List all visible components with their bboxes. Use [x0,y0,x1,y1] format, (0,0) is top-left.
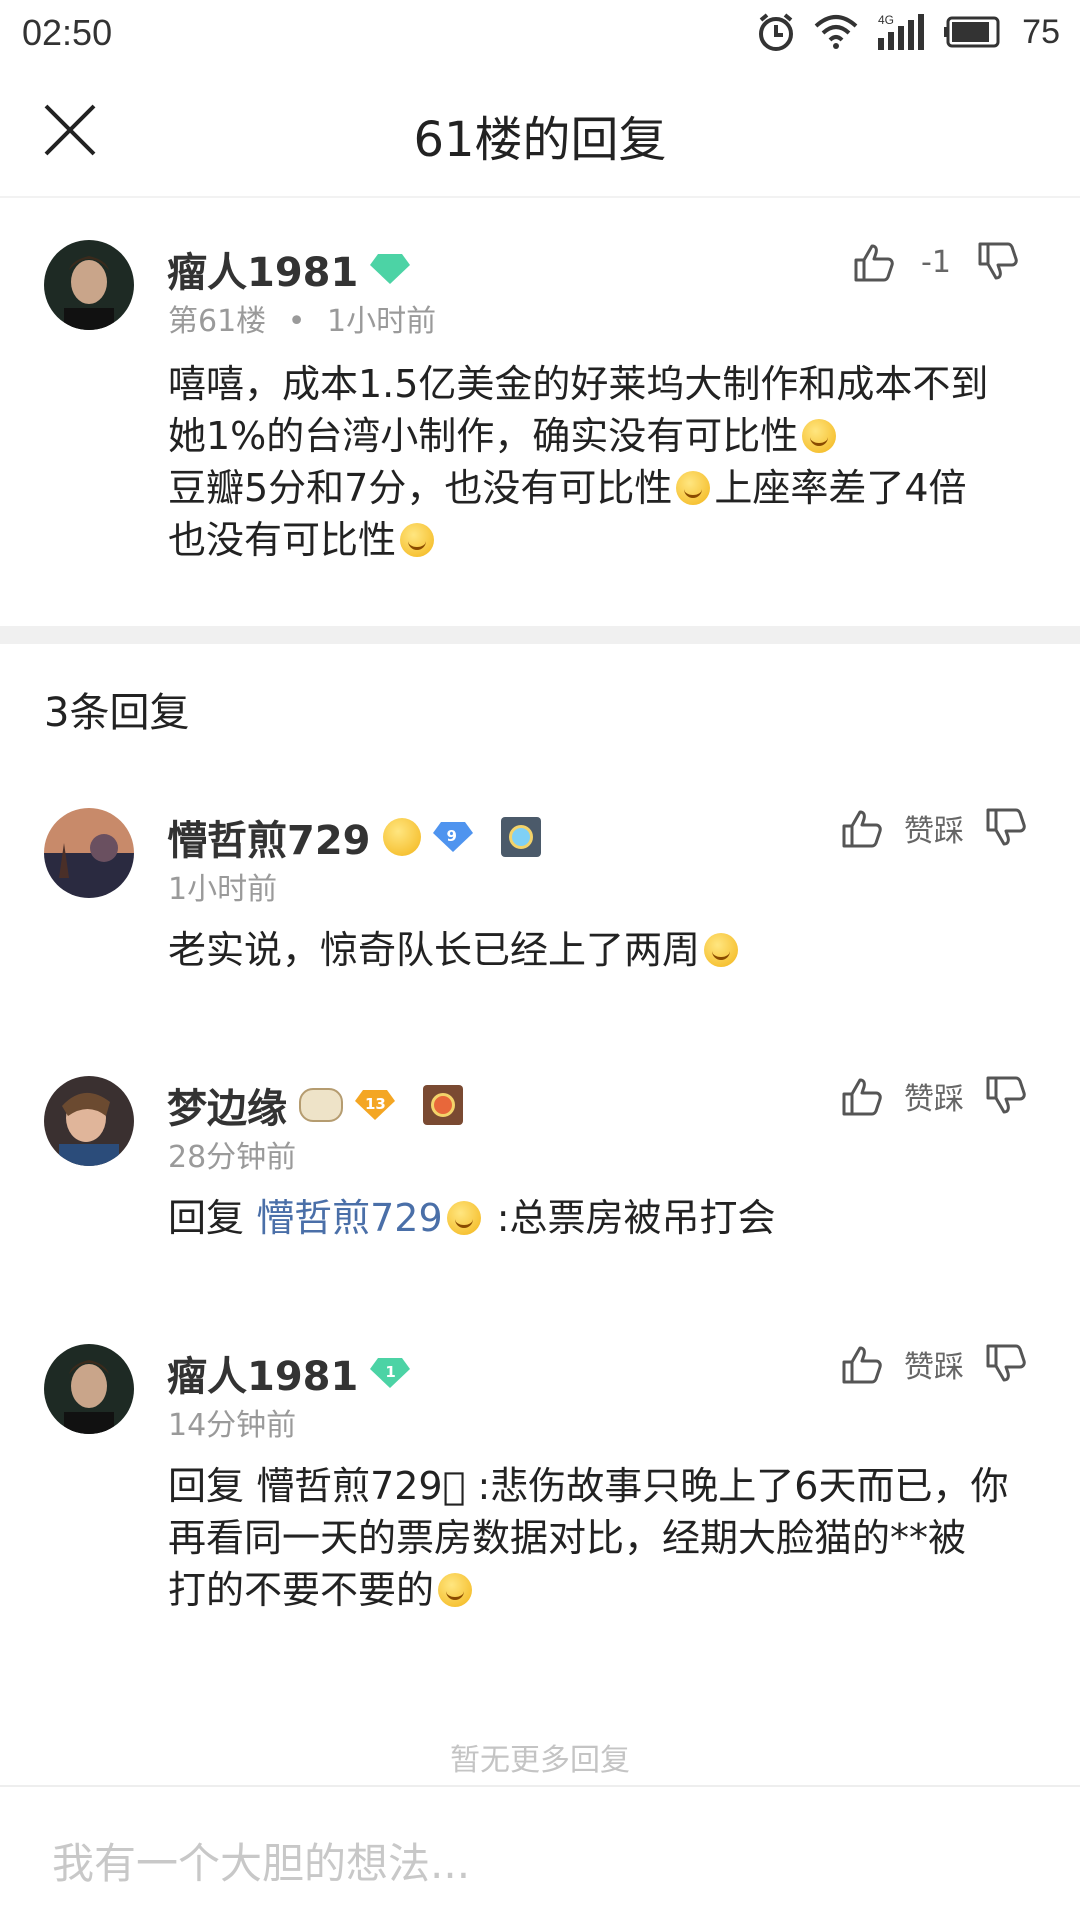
thumbs-down-icon[interactable] [984,1342,1028,1386]
vote-controls: 赞踩 [840,1074,1028,1118]
username[interactable]: 瘤人1981 1 [167,1344,411,1402]
signal-icon: 4G [878,13,925,50]
mention-link[interactable]: 懵哲煎729 [256,1196,443,1240]
like-dislike-label: 赞踩 [904,1350,964,1385]
like-dislike-label: 赞踩 [904,1082,964,1117]
avatar[interactable] [44,240,134,330]
wifi-icon [814,15,858,49]
status-time: 02:50 [22,12,113,53]
reply-body: 老实说，惊奇队长已经上了两周 [168,924,1048,976]
comment-line: 也没有可比性 [168,514,1048,566]
smile-emoji-icon [400,523,435,557]
avatar[interactable] [44,1076,134,1166]
reply-time: 1小时前 [168,872,278,907]
level-number: 9 [446,827,457,845]
floor-label: 第61楼 [168,304,267,339]
comment-line: 她1%的台湾小制作，确实没有可比性 [168,410,1048,462]
replies-header: 3条回复 [44,690,190,736]
sweat-emoji-icon [704,933,739,967]
level-badge: 13 [355,1088,395,1122]
smile-emoji-icon [438,1573,473,1607]
reply-line: 打的不要不要的 [168,1564,1048,1616]
comment-body: 嘻嘻，成本1.5亿美金的好莱坞大制作和成本不到 她1%的台湾小制作，确实没有可比… [168,358,1048,566]
battery-level: 75 [1022,12,1060,51]
vote-count: -1 [921,244,951,280]
level-number: 1 [385,1363,396,1381]
reply-line: 再看同一天的票房数据对比，经期大脸猫的**被 [168,1516,967,1560]
medal-icon [423,1085,463,1125]
vote-controls: 赞踩 [840,806,1028,850]
avatar[interactable] [44,808,134,898]
username-text: 梦边缘 [167,1086,287,1132]
username-text: 瘤人1981 [167,1354,359,1400]
section-divider [0,626,1080,644]
thumbs-up-icon[interactable] [852,240,896,284]
comment-meta: 第61楼 • 1小时前 [168,296,436,340]
wink-emoji-icon [382,818,421,856]
vote-controls: -1 [852,240,1020,284]
username-text: 瘤人1981 [167,250,359,296]
wink-emoji-icon [446,1201,481,1235]
thumbs-up-icon[interactable] [840,1342,884,1386]
comment-line: 嘻嘻，成本1.5亿美金的好莱坞大制作和成本不到 [168,362,989,406]
smile-emoji-icon [802,419,837,453]
thumbs-up-icon[interactable] [840,1074,884,1118]
dot-separator: • [287,304,306,339]
thumbs-down-icon[interactable] [976,240,1020,284]
level-number: 13 [365,1095,386,1113]
reply-line: 回复 懵哲煎729  :悲伤故事只晚上了6天而已，你 [168,1464,1009,1508]
level-number: 1 [412,248,423,266]
reply-body: 回复 懵哲煎729  :悲伤故事只晚上了6天而已，你 再看同一天的票房数据对比，… [168,1460,1048,1616]
header-divider [0,196,1080,198]
username[interactable]: 瘤人1981 1 [167,240,422,298]
vote-controls: 赞踩 [840,1342,1028,1386]
comment-line: 豆瓣5分和7分，也没有可比性 上座率差了4倍 [168,466,967,510]
reply-time: 14分钟前 [168,1408,297,1443]
reply-input[interactable]: 我有一个大胆的想法... [52,1830,470,1891]
sheep-icon [299,1088,343,1122]
medal-icon [500,817,541,857]
status-icons: 4G 75 [756,10,1060,54]
avatar[interactable] [44,1344,134,1434]
time-label: 1小时前 [326,304,437,339]
page-title: 61楼的回复 [413,112,667,168]
no-more-replies: 暂无更多回复 [450,1743,630,1778]
alarm-icon [759,13,794,51]
level-badge: 1 [370,1356,411,1390]
level-badge: 9 [432,820,473,854]
reply-time: 28分钟前 [168,1140,297,1175]
smile-emoji-icon [676,471,711,505]
like-dislike-label: 赞踩 [904,814,964,849]
thumbs-down-icon[interactable] [984,806,1028,850]
username-text: 懵哲煎729 [167,818,371,864]
battery-icon [944,16,1000,48]
level-badge [370,252,411,286]
username[interactable]: 懵哲煎729 9 [167,808,541,866]
thumbs-down-icon[interactable] [984,1074,1028,1118]
username[interactable]: 梦边缘 13 [167,1076,463,1134]
reply-body: 回复 懵哲煎729 :总票房被吊打会 [168,1196,776,1240]
network-label: 4G [878,13,894,27]
thumbs-up-icon[interactable] [840,806,884,850]
